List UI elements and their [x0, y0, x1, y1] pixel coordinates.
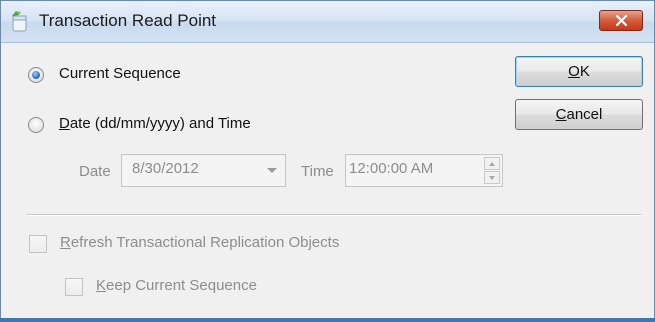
window-title: Transaction Read Point [39, 11, 217, 30]
time-spin-buttons [484, 157, 500, 185]
time-field-label: Time [301, 163, 334, 180]
date-picker[interactable]: 8/30/2012 [121, 154, 286, 187]
date-value: 8/30/2012 [132, 160, 199, 177]
spin-up-icon[interactable] [484, 157, 500, 170]
refresh-checkbox[interactable] [29, 235, 47, 253]
radio-selected-dot [32, 71, 40, 79]
chevron-down-icon[interactable] [267, 168, 277, 173]
time-spinner[interactable]: 12:00:00 AM [345, 154, 503, 187]
current-sequence-label[interactable]: Current Sequence [59, 65, 181, 82]
section-divider [27, 214, 641, 216]
spin-down-icon[interactable] [484, 171, 500, 184]
date-field-label: Date [79, 163, 111, 180]
refresh-label[interactable]: Refresh Transactional Replication Object… [60, 234, 339, 251]
window-bottom-edge [0, 318, 655, 322]
dialog-window: Transaction Read Point Current Sequence … [0, 0, 655, 322]
time-value: 12:00:00 AM [349, 160, 434, 177]
date-time-radio[interactable] [28, 117, 44, 133]
ok-button[interactable]: OK [515, 56, 643, 87]
app-icon [12, 11, 27, 32]
cancel-button[interactable]: Cancel [515, 99, 643, 130]
close-button[interactable] [599, 10, 643, 31]
date-time-label[interactable]: Date (dd/mm/yyyy) and Time [59, 115, 251, 132]
title-bar[interactable]: Transaction Read Point [1, 1, 654, 43]
close-icon [615, 15, 628, 26]
keep-sequence-checkbox[interactable] [65, 278, 83, 296]
keep-sequence-label[interactable]: Keep Current Sequence [96, 277, 257, 294]
current-sequence-radio[interactable] [28, 67, 44, 83]
dialog-body: Current Sequence Date (dd/mm/yyyy) and T… [9, 43, 646, 313]
